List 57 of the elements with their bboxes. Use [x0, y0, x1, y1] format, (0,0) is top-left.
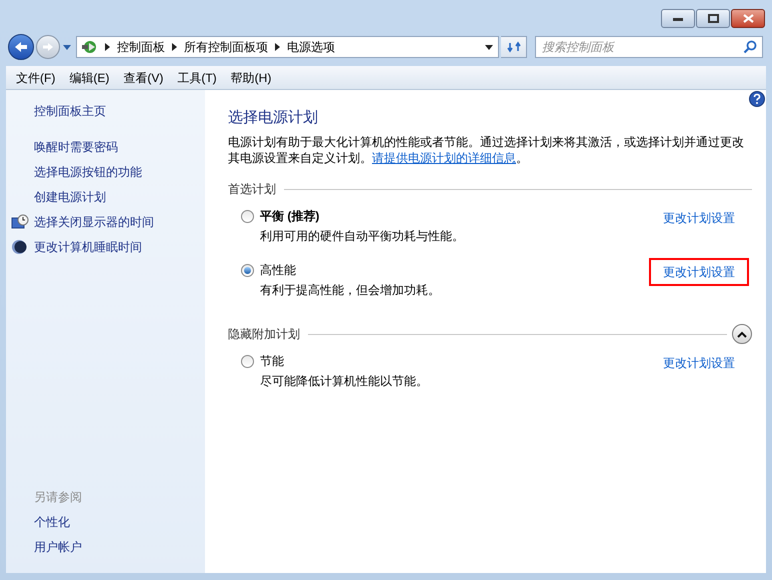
collapse-button[interactable] — [732, 324, 752, 344]
power-plug-icon — [80, 38, 98, 56]
breadcrumb-item[interactable]: 控制面板 — [117, 38, 165, 56]
moon-icon — [11, 239, 27, 255]
sidebar-link[interactable]: 控制面板主页 — [34, 102, 106, 120]
menu-item[interactable]: 查看(V) — [116, 68, 170, 86]
refresh-button[interactable] — [501, 36, 527, 58]
description-text: 电源计划有助于最大化计算机的性能或者节能。通过选择计划来将其激活，或选择计划并通过更改其电源设置来自定义计划。请提供电源计划的详细信息。 — [228, 134, 745, 166]
sidebar-link[interactable]: 创建电源计划 — [34, 188, 106, 206]
plan-description: 利用可用的硬件自动平衡功耗与性能。 — [260, 228, 465, 245]
close-button[interactable] — [731, 9, 765, 28]
search-field[interactable]: 搜索控制面板 — [535, 36, 763, 58]
minimize-button[interactable] — [661, 9, 695, 28]
refresh-icon — [506, 41, 520, 53]
search-icon — [743, 40, 757, 54]
section-heading: 首选计划 — [228, 181, 276, 198]
plan-description: 有利于提高性能，但会增加功耗。 — [260, 282, 441, 299]
sidebar-link[interactable]: 用户帐户 — [34, 538, 82, 556]
breadcrumb-item[interactable]: 电源选项 — [287, 38, 335, 56]
sidebar-link[interactable]: 更改计算机睡眠时间 — [34, 238, 142, 256]
close-icon — [742, 14, 754, 23]
change-plan-settings-link[interactable]: 更改计划设置 — [649, 349, 749, 377]
plan-name[interactable]: 高性能 — [260, 261, 296, 279]
maximize-button[interactable] — [696, 9, 730, 28]
breadcrumb-arrow-icon — [172, 43, 177, 51]
breadcrumb-arrow-icon — [105, 43, 110, 51]
menu-item[interactable]: 工具(T) — [170, 68, 224, 86]
back-button[interactable] — [8, 34, 34, 60]
menu-item[interactable]: 编辑(E) — [62, 68, 116, 86]
radio-button[interactable] — [241, 210, 254, 222]
sidebar-link[interactable]: 选择关闭显示器的时间 — [34, 213, 154, 231]
chevron-up-icon — [737, 330, 747, 338]
change-plan-settings-link[interactable]: 更改计划设置 — [649, 258, 749, 286]
sidebar-link[interactable]: 选择电源按钮的功能 — [34, 163, 142, 181]
radio-button[interactable] — [241, 264, 254, 276]
menu-item[interactable]: 帮助(H) — [224, 68, 278, 86]
radio-button[interactable] — [241, 354, 254, 368]
sidebar-link[interactable]: 个性化 — [34, 513, 70, 531]
monitor-clock-icon — [11, 214, 29, 230]
help-icon[interactable] — [749, 91, 765, 107]
minimize-icon — [673, 16, 683, 20]
page-title: 选择电源计划 — [228, 108, 319, 128]
section-heading: 隐藏附加计划 — [228, 326, 300, 343]
see-also-heading: 另请参阅 — [34, 489, 82, 506]
back-arrow-icon — [14, 41, 28, 53]
plan-description: 尽可能降低计算机性能以节能。 — [260, 373, 429, 390]
forward-arrow-icon — [42, 42, 54, 52]
sidebar-link[interactable]: 唤醒时需要密码 — [34, 138, 118, 156]
plan-name[interactable]: 平衡 (推荐) — [260, 207, 320, 225]
breadcrumb-item[interactable]: 所有控制面板项 — [184, 38, 268, 56]
plan-name[interactable]: 节能 — [260, 352, 284, 370]
address-bar[interactable]: 控制面板 所有控制面板项 电源选项 — [76, 36, 499, 58]
change-plan-settings-link[interactable]: 更改计划设置 — [649, 204, 749, 232]
maximize-icon — [708, 14, 718, 23]
details-link[interactable]: 请提供电源计划的详细信息 — [372, 151, 516, 165]
menu-item[interactable]: 文件(F) — [9, 68, 62, 86]
breadcrumb-arrow-icon — [275, 43, 280, 51]
